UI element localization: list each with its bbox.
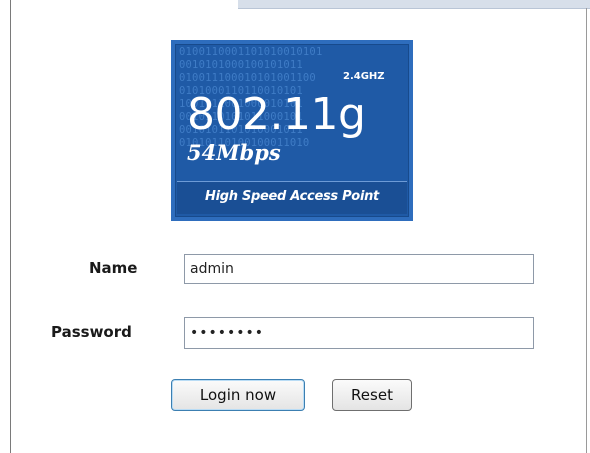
logo-standard: 802.11g: [187, 89, 366, 140]
name-input[interactable]: [184, 254, 534, 284]
top-strip-shadow: [238, 8, 590, 9]
login-page: 0100110001101010010101 00101010001001010…: [0, 0, 590, 453]
password-label: Password: [51, 323, 132, 341]
name-label: Name: [89, 259, 138, 277]
logo-caption: High Speed Access Point: [205, 189, 379, 204]
logo-speed: 54Mbps: [187, 140, 281, 165]
product-logo: 0100110001101010010101 00101010001001010…: [171, 40, 413, 221]
frame-border-right: [586, 8, 587, 453]
top-strip: [238, 0, 590, 8]
frame-border-left: [10, 0, 11, 453]
reset-button[interactable]: Reset: [332, 379, 412, 411]
logo-band-label: 2.4GHZ: [343, 71, 385, 82]
password-input[interactable]: [184, 317, 534, 349]
login-button[interactable]: Login now: [171, 379, 305, 411]
logo-caption-box: High Speed Access Point: [177, 181, 407, 214]
